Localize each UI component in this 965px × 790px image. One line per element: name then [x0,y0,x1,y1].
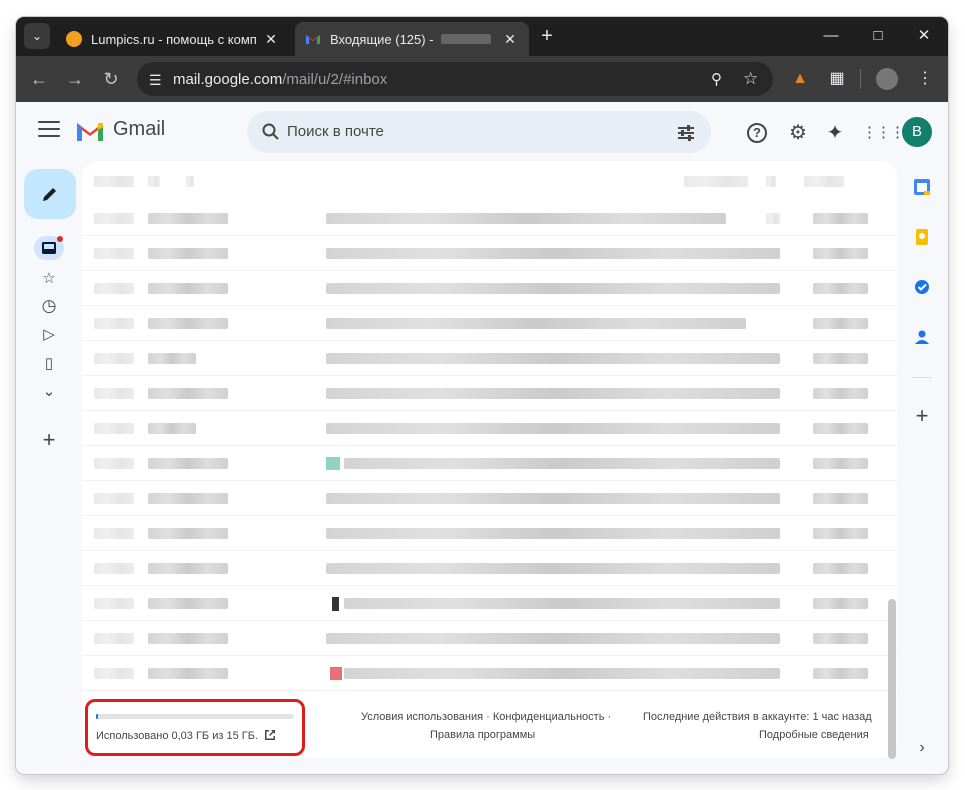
table-row[interactable] [82,621,897,656]
tab-lumpics[interactable]: Lumpics.ru - помощь с компьк ✕ [56,22,290,56]
metamask-icon[interactable]: ▲ [787,66,813,92]
back-icon[interactable]: ← [28,68,50,90]
search-bar[interactable]: Поиск в почте [247,111,711,153]
account-avatar[interactable]: В [902,117,932,147]
blurred-pagination [684,176,748,187]
blurred-toolbar-left [94,176,134,187]
table-row[interactable] [82,446,897,481]
calendar-icon[interactable] [912,177,932,197]
list-toolbar [82,161,897,201]
forward-icon[interactable]: → [64,68,86,90]
last-activity-text: Последние действия в аккаунте: 1 час наз… [643,711,872,723]
table-row[interactable] [82,411,897,446]
blurred-email [441,34,491,44]
side-panel-divider [912,377,932,378]
table-row[interactable] [82,516,897,551]
lumpics-favicon-icon [66,31,82,47]
apps-grid-icon[interactable]: ⋮⋮⋮ [862,122,905,144]
drafts-file-icon[interactable]: ▯ [36,351,62,375]
table-row[interactable] [82,341,897,376]
gmail-logo-icon [77,123,103,141]
details-link[interactable]: Подробные сведения [759,729,869,741]
support-icon[interactable]: ? [747,123,767,143]
maximize-icon[interactable]: □ [867,25,889,47]
reload-icon[interactable]: ↻ [100,68,122,90]
table-row[interactable] [82,376,897,411]
site-settings-icon[interactable]: ☰ [149,72,162,89]
bookmark-star-icon[interactable]: ☆ [743,69,758,89]
table-row[interactable] [82,656,897,691]
more-chevron-down-icon[interactable]: ⌄ [36,379,62,403]
table-row[interactable] [82,586,897,621]
extensions-icon[interactable]: ▦ [824,66,850,92]
tab-title: Lumpics.ru - помощь с компьк [91,31,256,47]
tab-gmail-inbox[interactable]: Входящие (125) - ✕ [295,22,529,56]
browser-window: ⌄ Lumpics.ru - помощь с компьк ✕ Входящи… [16,17,948,774]
table-row[interactable] [82,481,897,516]
gmail-header: Gmail Поиск в почте ? ⚙ ✦ ⋮⋮⋮ В [16,102,948,164]
unread-dot [57,236,63,242]
table-row[interactable] [82,236,897,271]
starred-nav-icon[interactable]: ☆ [36,266,62,290]
settings-gear-icon[interactable]: ⚙ [787,122,809,144]
search-input[interactable]: Поиск в почте [287,123,384,140]
inbox-nav-icon[interactable] [34,236,64,260]
search-options-icon[interactable] [676,123,696,143]
tab-close-icon[interactable]: ✕ [262,31,280,48]
compose-button[interactable] [24,169,76,219]
table-row[interactable] [82,271,897,306]
terms-links[interactable]: Условия использования · Конфиденциальнос… [361,711,611,723]
tasks-icon[interactable] [912,277,932,297]
new-tab-button[interactable]: + [536,25,558,47]
new-label-plus-icon[interactable]: + [36,427,62,452]
snoozed-clock-icon[interactable]: ◷ [36,294,62,318]
profile-avatar-icon[interactable] [876,68,898,90]
storage-highlight-box [85,699,305,756]
table-row[interactable] [82,201,897,236]
contacts-icon[interactable] [912,327,932,347]
tab-search-button[interactable]: ⌄ [24,23,50,49]
blurred-toolbar-item [148,176,160,187]
tab-close-icon[interactable]: ✕ [501,31,519,48]
program-policies-link[interactable]: Правила программы [430,729,535,741]
inbox-icon [42,242,56,254]
blurred-toolbar-item [804,176,844,187]
search-icon[interactable] [261,122,281,142]
toolbar-divider [860,69,861,89]
add-addon-plus-icon[interactable]: + [912,405,932,427]
pencil-icon [43,188,56,201]
blurred-toolbar-item [186,176,194,187]
table-row[interactable] [82,306,897,341]
address-bar[interactable]: ☰ mail.google.com/mail/u/2/#inbox ⚲ ☆ [137,62,773,96]
table-row[interactable] [82,551,897,586]
title-bar: ⌄ Lumpics.ru - помощь с компьк ✕ Входящи… [16,17,948,56]
main-menu-icon[interactable] [38,121,60,139]
gmail-wordmark: Gmail [113,118,166,140]
expand-side-panel-chevron-icon[interactable]: › [912,738,932,758]
mail-list-panel [82,161,897,758]
scrollbar-thumb[interactable] [888,599,896,759]
browser-toolbar: ← → ↻ ☰ mail.google.com/mail/u/2/#inbox … [16,56,948,102]
url-path: /mail/u/2/#inbox [282,70,388,88]
minimize-icon[interactable]: — [820,25,842,47]
zoom-icon[interactable]: ⚲ [711,70,722,88]
gmail-favicon-icon [306,35,320,44]
browser-menu-icon[interactable]: ⋮ [912,66,938,92]
keep-icon[interactable] [912,227,932,247]
tab-title: Входящие (125) - [330,31,434,47]
blurred-toolbar-item [766,176,776,187]
close-window-icon[interactable]: ✕ [913,25,935,47]
sent-send-icon[interactable]: ▷ [36,322,62,346]
gemini-icon[interactable]: ✦ [824,122,846,144]
url-host: mail.google.com [173,70,283,88]
